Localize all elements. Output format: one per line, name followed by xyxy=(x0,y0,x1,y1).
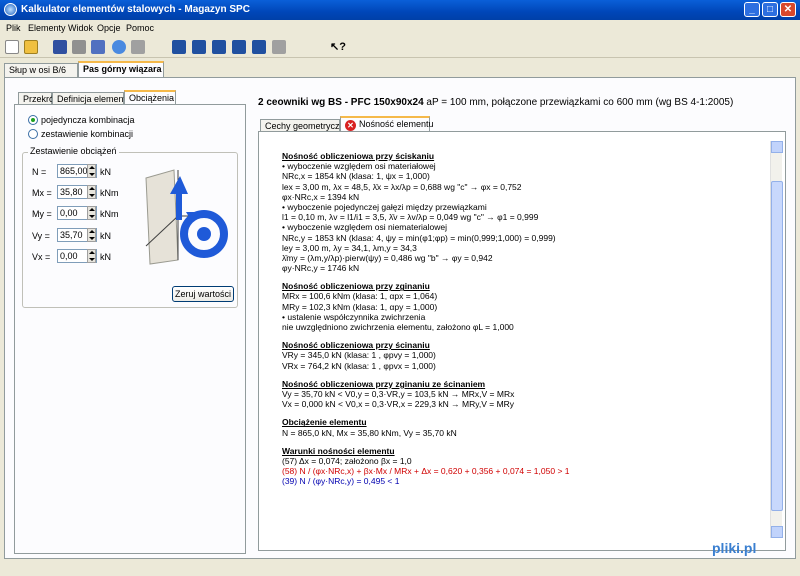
error-icon: ✕ xyxy=(345,120,356,131)
context-help-icon[interactable]: ↖? xyxy=(330,40,346,54)
result-line: nie uwzględniono zwichrzenia elementu, z… xyxy=(282,322,514,332)
tab-nosnosc-label: Nośność elementu xyxy=(359,119,434,129)
section-heading: Nośność obliczeniowa przy ścinaniu xyxy=(282,340,430,351)
load-spinner-mx[interactable] xyxy=(87,185,96,199)
result-line: NRc,x = 1854 kN (klasa: 1, ψx = 1,000) xyxy=(282,171,430,182)
load-label-n: N = xyxy=(32,167,47,177)
disabled-tool-icon xyxy=(272,40,286,54)
load-unit-vy: kN xyxy=(100,231,111,241)
load-label-vy: Vy = xyxy=(32,231,50,241)
loads-group-label: Zestawienie obciążeń xyxy=(28,146,119,156)
load-label-mx: Mx = xyxy=(32,188,52,198)
scroll-down-arrow-icon[interactable] xyxy=(771,526,783,538)
load-spinner-n[interactable] xyxy=(87,164,96,178)
window-icon[interactable] xyxy=(172,40,186,54)
result-line: λ̄my = (λm,y/λp)·pierw(ψy) = 0,486 wg "b… xyxy=(282,252,493,263)
load-unit-mx: kNm xyxy=(100,188,119,198)
load-spinner-vy[interactable] xyxy=(87,228,96,242)
vertical-scrollbar[interactable] xyxy=(770,141,783,538)
result-line: VRy = 345,0 kN (klasa: 1 , φpvy = 1,000) xyxy=(282,350,436,361)
tab-slup-b6[interactable]: Słup w osi B/6 xyxy=(4,63,78,78)
reset-values-button[interactable]: Zeruj wartości xyxy=(172,286,234,302)
exit-icon[interactable] xyxy=(131,40,145,54)
radio-combination-set[interactable] xyxy=(28,129,38,139)
open-folder-icon[interactable] xyxy=(24,40,38,54)
result-line: VRx = 764,2 kN (klasa: 1 , φpvx = 1,000) xyxy=(282,360,436,371)
result-line: ley = 3,00 m, λy = 34,1, λm,y = 34,3 xyxy=(282,242,417,253)
result-line: • wyboczenie względem osi materiałowej xyxy=(282,161,436,172)
result-line: (57) Δx = 0,074; założono βx = 1,0 xyxy=(282,455,412,466)
result-line: MRx = 100,6 kNm (klasa: 1, αpx = 1,064) xyxy=(282,291,438,302)
element-heading-title: 2 ceowniki wg BS - PFC 150x90x24 xyxy=(258,97,424,108)
result-line: Vx = 0,000 kN < V0,x = 0,3·VR,x = 229,3 … xyxy=(282,399,515,410)
load-unit-n: kN xyxy=(100,167,111,177)
close-button[interactable]: ✕ xyxy=(780,2,796,17)
section-heading: Obciążenie elementu xyxy=(282,417,367,428)
result-line: φx·NRc,x = 1394 kN xyxy=(282,191,360,202)
menu-elementy[interactable]: Elementy xyxy=(28,23,66,33)
result-line: • wyboczenie pojedynczej gałęzi między p… xyxy=(282,201,487,212)
menu-opcje[interactable]: Opcje xyxy=(97,23,121,33)
section-heading: Nośność obliczeniowa przy zginaniu ze śc… xyxy=(282,378,486,389)
load-label-vx: Vx = xyxy=(32,252,51,262)
load-unit-my: kNm xyxy=(100,209,119,219)
result-line: MRy = 102,3 kNm (klasa: 1, αpy = 1,000) xyxy=(282,301,438,312)
radio-single-combination[interactable] xyxy=(28,115,38,125)
element-heading-details: aP = 100 mm, połączone przewiązkami co 6… xyxy=(423,97,734,108)
radio-set-label: zestawienie kombinacji xyxy=(41,129,134,139)
menu-bar: Plik Elementy Widok Opcje Pomoc xyxy=(0,20,800,36)
print-icon[interactable] xyxy=(72,40,86,54)
minimize-button[interactable]: _ xyxy=(744,2,760,17)
add-element-icon[interactable] xyxy=(192,40,206,54)
tab-pas-gorny[interactable]: Pas górny wiązara xyxy=(78,61,164,78)
status-bar xyxy=(0,560,800,576)
result-line: N = 865,0 kN, Mx = 35,80 kNm, Vy = 35,70… xyxy=(282,427,457,438)
section-heading: Warunki nośności elementu xyxy=(282,445,395,456)
copy-element-icon[interactable] xyxy=(232,40,246,54)
result-line: • ustalenie współczynnika zwichrzenia xyxy=(282,311,426,322)
load-unit-vx: kN xyxy=(100,252,111,262)
load-spinner-my[interactable] xyxy=(87,206,96,220)
scroll-up-arrow-icon[interactable] xyxy=(771,141,783,153)
result-line: l1 = 0,10 m, λv = l1/i1 = 3,5, λ̄v = λv/… xyxy=(282,212,539,223)
watermark-logo: pliki.pl xyxy=(712,540,757,556)
window-title: Kalkulator elementów stalowych - Magazyn… xyxy=(21,4,250,15)
menu-pomoc[interactable]: Pomoc xyxy=(126,23,154,33)
help-icon[interactable] xyxy=(112,40,126,54)
menu-plik[interactable]: Plik xyxy=(6,23,21,33)
element-heading: 2 ceowniki wg BS - PFC 150x90x24 aP = 10… xyxy=(258,97,733,108)
result-line: φy·NRc,y = 1746 kN xyxy=(282,263,360,274)
new-file-icon[interactable] xyxy=(5,40,19,54)
preview-icon[interactable] xyxy=(91,40,105,54)
delete-element-icon[interactable] xyxy=(212,40,226,54)
result-line: (39) N / (φy·NRc,y) = 0,495 < 1 xyxy=(282,476,400,487)
section-heading: Nośność obliczeniowa przy zginaniu xyxy=(282,281,430,292)
save-icon[interactable] xyxy=(53,40,67,54)
scroll-thumb[interactable] xyxy=(771,181,783,511)
menu-widok[interactable]: Widok xyxy=(68,23,93,33)
radio-single-label: pojedyncza kombinacja xyxy=(41,115,135,125)
result-line: lex = 3,00 m, λx = 48,5, λ̄x = λx/λp = 0… xyxy=(282,181,522,192)
load-diagram-icon xyxy=(145,169,228,265)
title-bar: Kalkulator elementów stalowych - Magazyn… xyxy=(0,0,800,20)
results-text: Nośność obliczeniowa przy ściskaniu • wyb… xyxy=(282,143,762,486)
toolbar: ↖? xyxy=(0,36,800,58)
section-heading: Nośność obliczeniowa przy ściskaniu xyxy=(282,151,435,161)
maximize-button[interactable]: □ xyxy=(762,2,778,17)
result-line: NRc,y = 1853 kN (klasa: 4, ψy = min(φ1;φ… xyxy=(282,232,556,243)
result-line: Vy = 35,70 kN < V0,y = 0,3·VR,y = 103,5 … xyxy=(282,388,515,399)
load-spinner-vx[interactable] xyxy=(87,249,96,263)
element-properties-icon[interactable] xyxy=(252,40,266,54)
result-line: • wyboczenie względem osi niematerialowe… xyxy=(282,222,448,233)
app-icon xyxy=(4,3,17,16)
result-line: (58) N / (φx·NRc,x) + βx·Mx / MRx + Δx =… xyxy=(282,466,570,477)
load-label-my: My = xyxy=(32,209,52,219)
